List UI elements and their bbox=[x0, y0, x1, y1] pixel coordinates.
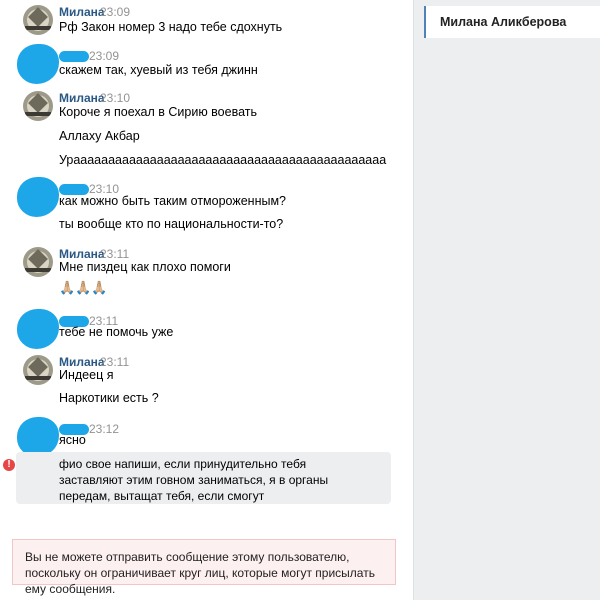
message-text: ты вообще кто по национальности-то? bbox=[59, 217, 284, 231]
message-time[interactable]: 23:11 bbox=[100, 247, 129, 261]
message-text: Мне пиздец как плохо помоги bbox=[59, 260, 231, 274]
sender-name[interactable]: Милана bbox=[59, 355, 105, 369]
avatar[interactable] bbox=[17, 44, 59, 84]
message-text: Ураааааааааааааааааааааааааааааааааааааа… bbox=[59, 153, 387, 167]
message-text: Короче я поехал в Сирию воевать bbox=[59, 105, 257, 119]
message-text: ясно bbox=[59, 433, 86, 447]
conversation-list: Милана Аликберова bbox=[414, 0, 600, 600]
message-time[interactable]: 23:09 bbox=[89, 49, 119, 63]
avatar[interactable] bbox=[23, 5, 53, 35]
message-text: Рф Закон номер 3 надо тебе сдохнуть bbox=[59, 20, 283, 34]
message-text: Аллаху Акбар bbox=[59, 129, 140, 143]
sender-name[interactable]: Милана bbox=[59, 247, 105, 261]
message-time[interactable]: 23:12 bbox=[89, 422, 119, 436]
error-icon[interactable]: ! bbox=[3, 459, 15, 471]
message-time[interactable]: 23:11 bbox=[100, 355, 129, 369]
message-text: как можно быть таким отмороженным? bbox=[59, 194, 287, 208]
failed-message-text: фио свое напиши, если принудительно тебя… bbox=[59, 457, 329, 503]
avatar[interactable] bbox=[23, 247, 53, 277]
avatar[interactable] bbox=[17, 417, 59, 457]
send-restriction-warning: Вы не можете отправить сообщение этому п… bbox=[12, 539, 396, 596]
message-text: Наркотики есть ? bbox=[59, 391, 159, 405]
emoji-pray: 🙏🏼🙏🏼🙏🏼 bbox=[59, 280, 108, 295]
sender-name[interactable] bbox=[59, 51, 89, 62]
message-time[interactable]: 23:10 bbox=[100, 91, 130, 105]
conversation-item-milana[interactable]: Милана Аликберова bbox=[424, 6, 600, 38]
avatar[interactable] bbox=[17, 177, 59, 217]
message-text: скажем так, хуевый из тебя джинн bbox=[59, 63, 258, 77]
message-text: тебе не помочь уже bbox=[59, 325, 174, 339]
avatar[interactable] bbox=[23, 355, 53, 385]
message-text: Индеец я bbox=[59, 368, 114, 382]
message-time[interactable]: 23:09 bbox=[100, 5, 130, 19]
sender-name[interactable]: Милана bbox=[59, 5, 105, 19]
avatar[interactable] bbox=[17, 309, 59, 349]
sender-name[interactable]: Милана bbox=[59, 91, 105, 105]
conversation-name: Милана Аликберова bbox=[440, 15, 567, 29]
avatar[interactable] bbox=[23, 91, 53, 121]
chat-history: Милана 23:09 Рф Закон номер 3 надо тебе … bbox=[0, 0, 414, 600]
